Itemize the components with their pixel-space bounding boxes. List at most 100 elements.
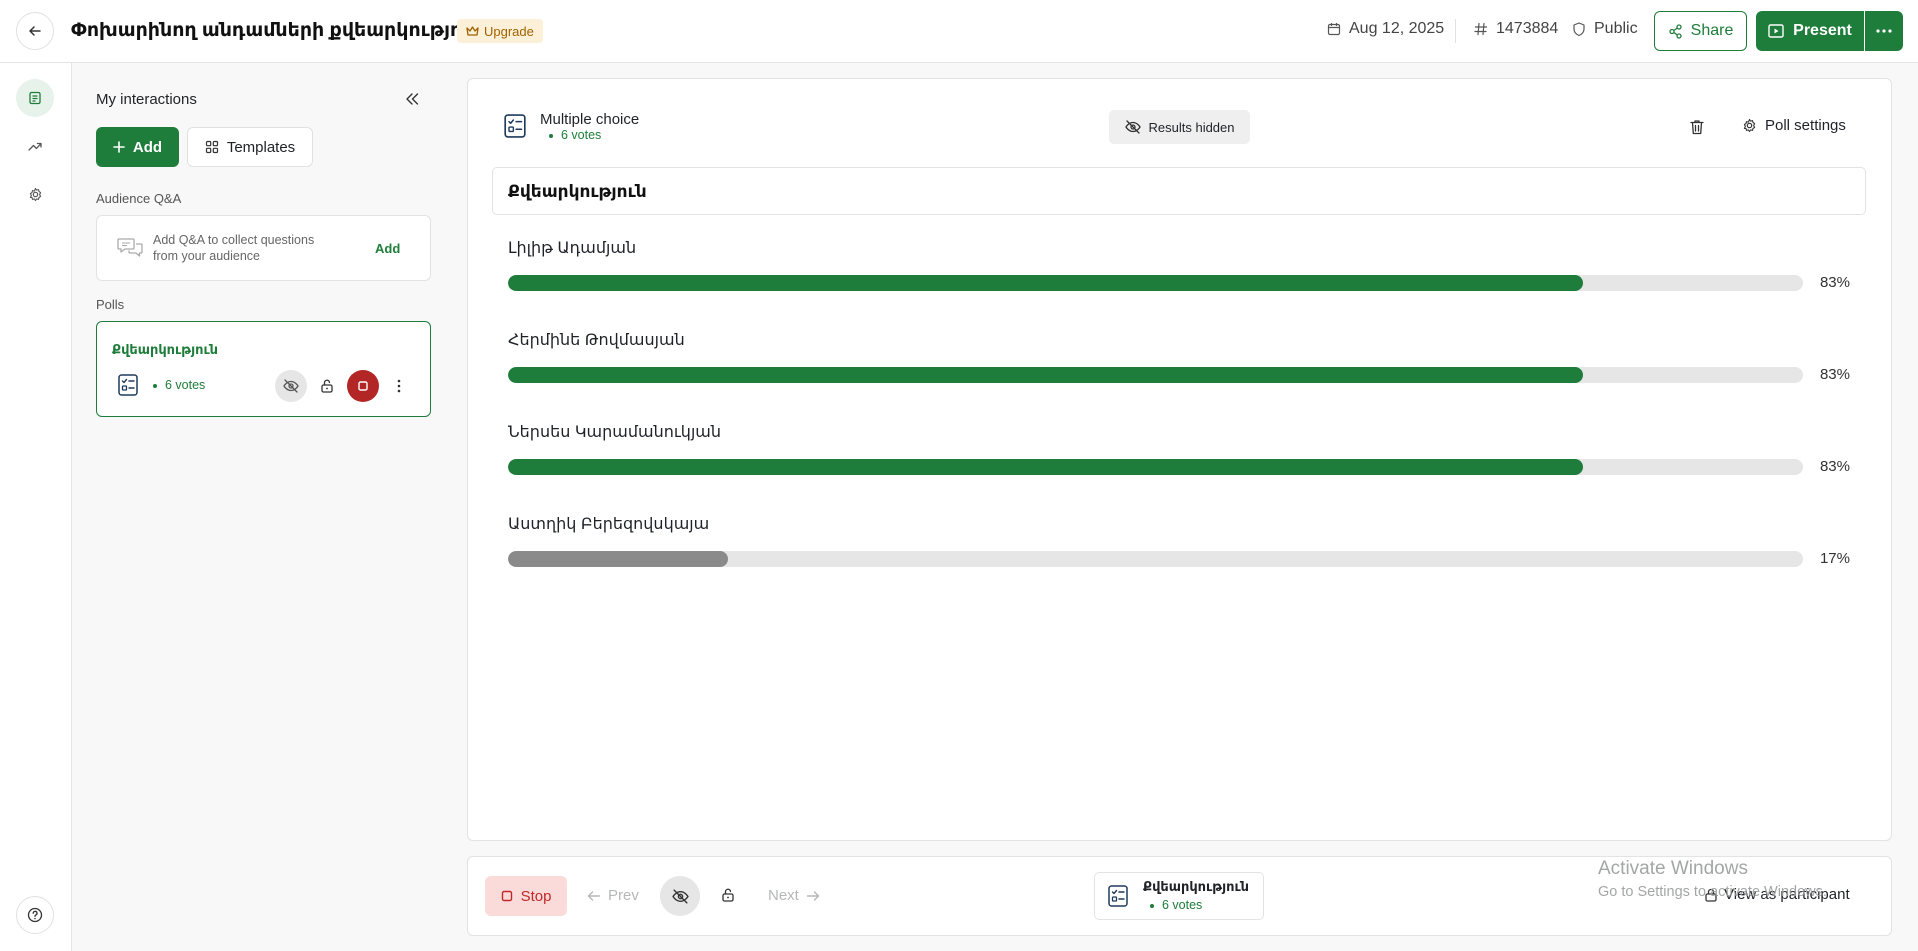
gear-icon	[1742, 118, 1757, 133]
hide-results-button[interactable]	[660, 876, 700, 916]
document-icon	[28, 91, 42, 105]
templates-button[interactable]: Templates	[187, 127, 313, 167]
sidebar-heading: My interactions	[96, 91, 197, 108]
vote-dot	[153, 383, 157, 388]
plus-icon	[113, 141, 125, 153]
next-button[interactable]: Next	[768, 887, 820, 904]
more-horizontal-icon	[1876, 29, 1892, 33]
rail-settings-button[interactable]	[16, 175, 54, 213]
vote-dot	[1150, 903, 1154, 908]
option-bar-track	[508, 275, 1803, 291]
qa-card: Add Q&A to collect questions from your a…	[96, 215, 431, 281]
vote-dot	[549, 133, 553, 138]
unlock-icon	[321, 379, 333, 393]
poll-card-more-button[interactable]	[383, 370, 415, 402]
arrow-right-icon	[806, 890, 820, 902]
add-interaction-button[interactable]: Add	[96, 127, 179, 167]
help-button[interactable]	[16, 896, 54, 934]
event-code[interactable]: 1473884	[1474, 20, 1558, 38]
meta-divider	[1455, 19, 1456, 43]
prev-button[interactable]: Prev	[587, 887, 639, 904]
upgrade-badge[interactable]: Upgrade	[457, 19, 543, 43]
eye-off-icon	[1124, 120, 1141, 134]
poll-card-lock-button[interactable]	[311, 370, 343, 402]
delete-poll-button[interactable]	[1686, 115, 1708, 139]
option-bar-track	[508, 551, 1803, 567]
visibility-text: Public	[1594, 20, 1638, 37]
present-icon	[1768, 24, 1784, 38]
share-label: Share	[1690, 22, 1734, 39]
poll-card-stop-button[interactable]	[347, 370, 379, 402]
upgrade-label: Upgrade	[484, 23, 534, 39]
rail-analytics-button[interactable]	[16, 127, 54, 165]
event-date-text: Aug 12, 2025	[1349, 20, 1445, 37]
qa-section-label: Audience Q&A	[96, 191, 182, 206]
multiple-choice-icon	[1108, 885, 1128, 907]
option-percent: 83%	[1819, 458, 1850, 475]
poll-card-votes: 6 votes	[153, 378, 205, 392]
eye-off-icon	[671, 888, 689, 904]
current-poll-title: Քվեարկություն	[1143, 879, 1250, 894]
current-poll-votes-text: 6 votes	[1162, 898, 1203, 912]
current-poll-votes: 6 votes	[1150, 898, 1202, 912]
add-label: Add	[132, 138, 163, 156]
poll-votes: 6 votes	[549, 128, 601, 142]
poll-settings-button[interactable]: Poll settings	[1742, 117, 1846, 134]
polls-section-label: Polls	[96, 297, 125, 312]
question-text: Քվեարկություն	[508, 182, 647, 201]
multiple-choice-icon	[504, 114, 526, 138]
event-date: Aug 12, 2025	[1327, 20, 1444, 38]
results-hidden-label: Results hidden	[1148, 119, 1235, 135]
watermark-subtitle: Go to Settings to activate Windows.	[1598, 884, 1827, 900]
prev-label: Prev	[608, 887, 639, 904]
hash-icon	[1474, 22, 1488, 36]
stop-button[interactable]: Stop	[485, 876, 567, 916]
poll-card[interactable]: Քվեարկություն 6 votes	[96, 321, 431, 417]
question-field[interactable]: Քվեարկություն	[492, 167, 1866, 215]
present-label: Present	[1793, 22, 1852, 39]
qa-add-button[interactable]: Add	[375, 241, 400, 256]
chat-bubbles-icon	[117, 236, 143, 260]
visibility-setting[interactable]: Public	[1572, 20, 1638, 38]
arrow-left-icon	[27, 23, 43, 39]
poll-type-label: Multiple choice	[540, 111, 640, 128]
crown-icon	[466, 25, 479, 37]
option-label: Հերմինե Թովմասյան	[508, 332, 685, 349]
results-hidden-toggle[interactable]: Results hidden	[1109, 110, 1250, 144]
option-percent: 83%	[1819, 366, 1850, 383]
help-icon	[27, 907, 43, 923]
chevrons-left-icon	[405, 93, 419, 105]
option-bar-track	[508, 459, 1803, 475]
more-vertical-icon	[397, 379, 401, 393]
rail-interactions-button[interactable]	[16, 79, 54, 117]
gear-icon	[28, 187, 43, 202]
current-poll-card[interactable]: Քվեարկություն 6 votes	[1094, 872, 1264, 920]
option-label: Աստղիկ Բերեզովսկայա	[508, 516, 710, 533]
event-code-text: 1473884	[1496, 20, 1559, 37]
option-percent: 17%	[1819, 550, 1850, 567]
watermark-title: Activate Windows	[1598, 858, 1748, 879]
back-button[interactable]	[16, 12, 54, 50]
share-button[interactable]: Share	[1654, 11, 1747, 51]
more-options-button[interactable]	[1865, 11, 1903, 51]
stop-icon	[357, 380, 369, 392]
grid-icon	[205, 140, 219, 154]
poll-card-title: Քվեարկություն	[112, 342, 219, 357]
option-bar-fill	[508, 367, 1583, 383]
trending-up-icon	[28, 140, 42, 152]
poll-votes-text: 6 votes	[561, 128, 602, 142]
lock-voting-button[interactable]	[717, 884, 739, 906]
eye-off-icon	[283, 379, 299, 393]
templates-label: Templates	[226, 138, 296, 156]
shield-icon	[1572, 21, 1586, 37]
stop-icon	[501, 890, 513, 902]
collapse-sidebar-button[interactable]	[401, 88, 423, 110]
poll-card-hide-results-button[interactable]	[275, 370, 307, 402]
option-bar-fill	[508, 275, 1583, 291]
option-label: Ներսես Կարամանուկյան	[508, 424, 722, 441]
option-bar-fill	[508, 551, 729, 567]
calendar-icon	[1327, 22, 1341, 36]
activate-windows-watermark: Activate Windows Go to Settings to activ…	[1598, 858, 1827, 900]
unlock-icon	[722, 888, 734, 902]
present-button[interactable]: Present	[1756, 11, 1864, 51]
